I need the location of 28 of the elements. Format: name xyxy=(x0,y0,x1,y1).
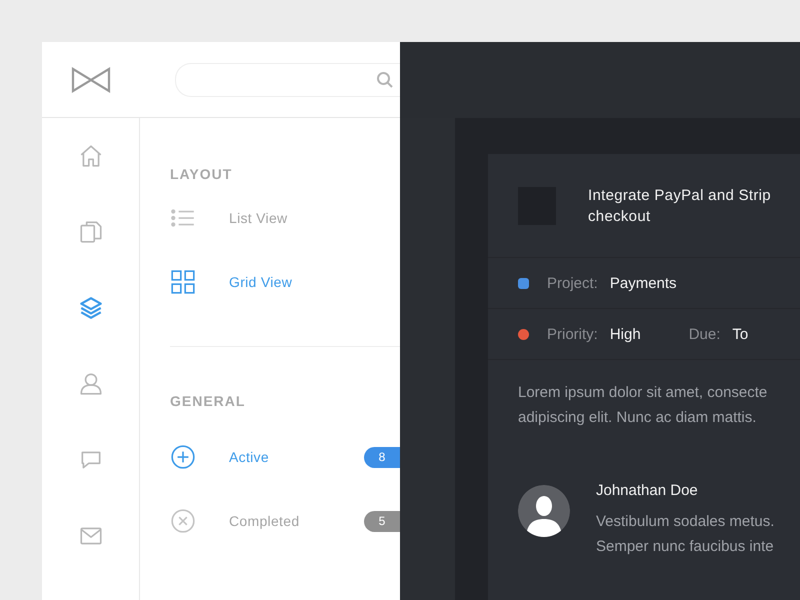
menu-item[interactable]: List View xyxy=(229,210,400,226)
field-value: Payments xyxy=(610,274,677,292)
grid-icon xyxy=(170,269,196,295)
count-badge: 8 xyxy=(364,446,400,468)
user-icon[interactable] xyxy=(78,371,104,397)
cross-circle-icon xyxy=(170,508,196,534)
field-label: Due: xyxy=(688,326,720,342)
count-badge: 5 xyxy=(364,510,400,532)
comment-text: Vestibulum sodales metus. Semper nunc faucibus inte xyxy=(596,512,776,557)
menu-item[interactable]: Grid View xyxy=(229,274,400,290)
task-description: Lorem ipsum dolor sit amet, consecte adipiscing elit. Nunc ac diam mattis. xyxy=(517,383,768,428)
field-label: Project: xyxy=(547,274,598,292)
search-field[interactable] xyxy=(175,62,400,96)
menu-item[interactable]: Completed xyxy=(229,513,364,529)
layers-icon[interactable] xyxy=(78,295,104,321)
documents-icon[interactable] xyxy=(78,219,104,245)
field-value: High xyxy=(610,326,641,342)
field-value: To xyxy=(732,326,748,342)
section-heading: GENERAL xyxy=(170,393,246,411)
field-label: Priority: xyxy=(547,326,598,342)
menu-item[interactable]: Active xyxy=(229,449,364,465)
comment-author: Johnathan Doe xyxy=(596,482,699,499)
search-icon[interactable] xyxy=(376,70,394,88)
avatar-icon xyxy=(518,485,570,537)
logo-icon xyxy=(71,66,111,92)
plus-circle-icon xyxy=(170,444,196,470)
section-heading: LAYOUT xyxy=(170,166,234,184)
task-title: Integrate PayPal and Strip checkout xyxy=(588,186,772,226)
